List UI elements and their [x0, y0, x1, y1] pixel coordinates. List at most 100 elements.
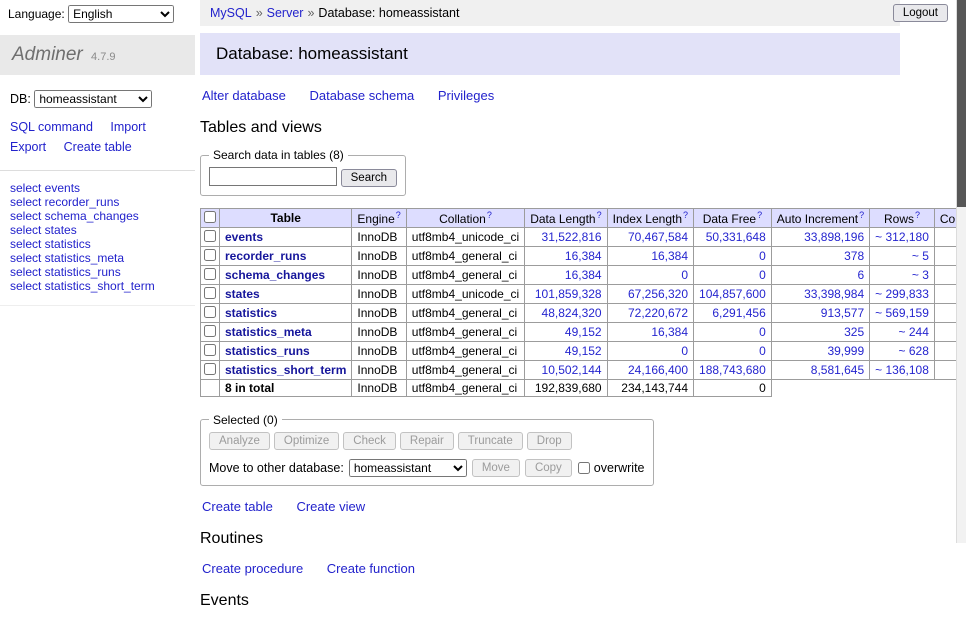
sidebar-select-link[interactable]: select statistics_runs: [10, 265, 185, 279]
column-help-link[interactable]: ?: [757, 210, 762, 220]
row-checkbox[interactable]: [204, 230, 216, 242]
column-help-link[interactable]: ?: [859, 210, 864, 220]
overwrite-checkbox[interactable]: [578, 462, 590, 474]
table-name-link[interactable]: schema_changes: [225, 268, 325, 282]
create-table-link[interactable]: Create table: [202, 499, 273, 514]
rows-count-link[interactable]: ~ 244: [899, 325, 929, 339]
sidebar-select-link[interactable]: select events: [10, 181, 185, 195]
column-help-link[interactable]: ?: [396, 210, 401, 220]
table-name-link[interactable]: statistics_meta: [225, 325, 312, 339]
truncate-button[interactable]: Truncate: [458, 432, 523, 450]
table-name-link[interactable]: statistics_runs: [225, 344, 310, 358]
select-all-checkbox[interactable]: [204, 211, 216, 223]
sidebar-select-link[interactable]: select statistics_meta: [10, 251, 185, 265]
import-link[interactable]: Import: [110, 120, 145, 134]
privileges-link[interactable]: Privileges: [438, 88, 494, 103]
database-schema-link[interactable]: Database schema: [309, 88, 414, 103]
data-length-total-cell: 192,839,680: [525, 379, 607, 396]
create-links: Create table Create view: [202, 499, 898, 514]
create-view-link[interactable]: Create view: [296, 499, 365, 514]
row-checkbox[interactable]: [204, 325, 216, 337]
row-checkbox[interactable]: [204, 249, 216, 261]
rows-count-link[interactable]: ~ 299,833: [875, 287, 929, 301]
auto-increment-cell: 6: [771, 265, 869, 284]
copy-button[interactable]: Copy: [525, 459, 572, 477]
table-name-link[interactable]: events: [225, 230, 263, 244]
create-procedure-link[interactable]: Create procedure: [202, 561, 303, 576]
rows-count-link[interactable]: ~ 136,108: [875, 363, 929, 377]
table-name-link[interactable]: statistics: [225, 306, 277, 320]
collation-cell: utf8mb4_general_ci: [406, 360, 524, 379]
rows-count-link[interactable]: ~ 569,159: [875, 306, 929, 320]
row-checkbox[interactable]: [204, 363, 216, 375]
rows-count-link[interactable]: ~ 3: [912, 268, 929, 282]
tables-header-row: TableEngine?Collation?Data Length?Index …: [201, 208, 966, 227]
scrollbar-thumb[interactable]: [957, 0, 966, 207]
drop-button[interactable]: Drop: [527, 432, 572, 450]
vertical-scrollbar[interactable]: [956, 0, 966, 543]
create-function-link[interactable]: Create function: [327, 561, 415, 576]
move-db-label: Move to other database:: [209, 461, 344, 475]
data-length-cell: 48,824,320: [525, 303, 607, 322]
rows-count-link[interactable]: ~ 5: [912, 249, 929, 263]
db-selector-row: DB: homeassistant: [0, 75, 195, 118]
data-free-cell: 0: [694, 246, 772, 265]
move-button[interactable]: Move: [472, 459, 520, 477]
engine-cell: InnoDB: [352, 227, 406, 246]
column-help-link[interactable]: ?: [683, 210, 688, 220]
sidebar-select-link[interactable]: select schema_changes: [10, 209, 185, 223]
engine-cell: InnoDB: [352, 284, 406, 303]
column-help-link[interactable]: ?: [915, 210, 920, 220]
search-input[interactable]: [209, 167, 337, 186]
data-free-cell: 0: [694, 322, 772, 341]
repair-button[interactable]: Repair: [400, 432, 454, 450]
search-button[interactable]: Search: [341, 169, 397, 187]
column-header-collation: Collation?: [406, 208, 524, 227]
db-select[interactable]: homeassistant: [34, 90, 152, 108]
auto-increment-cell: 33,898,196: [771, 227, 869, 246]
rows-count-link[interactable]: ~ 628: [899, 344, 929, 358]
sidebar-select-link[interactable]: select statistics: [10, 237, 185, 251]
total-label: 8 in total: [220, 379, 352, 396]
sidebar-select-link[interactable]: select recorder_runs: [10, 195, 185, 209]
db-label: DB:: [10, 92, 31, 106]
language-select[interactable]: English: [68, 5, 174, 23]
auto-increment-cell: 8,581,645: [771, 360, 869, 379]
row-checkbox[interactable]: [204, 268, 216, 280]
table-name-cell: statistics_runs: [220, 341, 352, 360]
export-link[interactable]: Export: [10, 140, 46, 154]
sql-command-link[interactable]: SQL command: [10, 120, 93, 134]
index-length-cell: 67,256,320: [607, 284, 693, 303]
column-help-link[interactable]: ?: [597, 210, 602, 220]
row-checkbox[interactable]: [204, 287, 216, 299]
move-db-select[interactable]: homeassistant: [349, 459, 467, 477]
sidebar-select-link[interactable]: select statistics_short_term: [10, 279, 185, 293]
analyze-button[interactable]: Analyze: [209, 432, 270, 450]
table-name-link[interactable]: recorder_runs: [225, 249, 306, 263]
engine-cell: InnoDB: [352, 341, 406, 360]
table-name-link[interactable]: statistics_short_term: [225, 363, 346, 377]
row-checkbox[interactable]: [204, 306, 216, 318]
sidebar-select-link[interactable]: select states: [10, 223, 185, 237]
check-cell: [201, 227, 220, 246]
check-button[interactable]: Check: [343, 432, 396, 450]
language-row: Language: English: [0, 0, 195, 28]
rows-count-link[interactable]: ~ 312,180: [875, 230, 929, 244]
breadcrumb-server-link[interactable]: Server: [267, 6, 304, 20]
column-help-link[interactable]: ?: [487, 210, 492, 220]
collation-cell: utf8mb4_general_ci: [406, 265, 524, 284]
breadcrumb: MySQL»Server»Database: homeassistant: [200, 0, 900, 26]
table-name-cell: statistics_meta: [220, 322, 352, 341]
table-name-link[interactable]: states: [225, 287, 260, 301]
table-row: statisticsInnoDButf8mb4_general_ci48,824…: [201, 303, 966, 322]
move-row: Move to other database: homeassistant Mo…: [209, 459, 645, 477]
breadcrumb-mysql-link[interactable]: MySQL: [210, 6, 252, 20]
create-table-link-sidebar[interactable]: Create table: [64, 140, 132, 154]
optimize-button[interactable]: Optimize: [274, 432, 339, 450]
logout-button[interactable]: Logout: [893, 4, 948, 22]
alter-database-link[interactable]: Alter database: [202, 88, 286, 103]
row-checkbox[interactable]: [204, 344, 216, 356]
index-length-cell: 0: [607, 265, 693, 284]
data-free-cell: 0: [694, 265, 772, 284]
check-cell: [201, 284, 220, 303]
